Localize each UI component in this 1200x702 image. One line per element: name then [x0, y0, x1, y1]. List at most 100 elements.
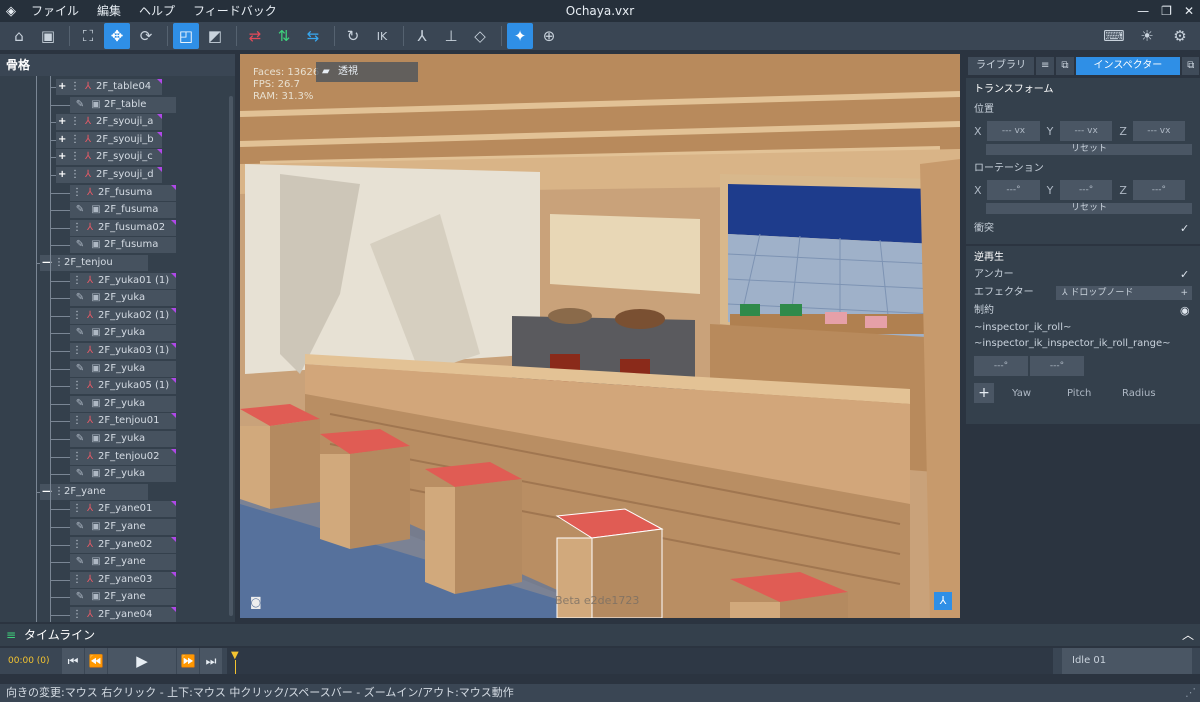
menu-feedback[interactable]: フィードバック [184, 0, 286, 22]
resize-grip-icon[interactable]: ⋰ [1185, 684, 1196, 702]
edit-icon[interactable]: ✎ [72, 466, 88, 482]
lightbulb-icon[interactable]: ☀ [1134, 23, 1160, 49]
tree-mesh-item[interactable]: ✎ ▣ 2F_yane [70, 554, 176, 571]
drag-handle-icon[interactable]: ⋮ [72, 501, 82, 517]
tree-bone-item[interactable]: ⋮ ⅄ 2F_yuka05 (1) [70, 378, 176, 395]
drag-handle-icon[interactable]: ⋮ [72, 343, 82, 359]
cube-icon[interactable]: ◇ [467, 23, 493, 49]
collapse-icon[interactable]: ︿ [1182, 624, 1194, 646]
tree-bone-item[interactable]: ⋮ ⅄ 2F_tenjou02 [70, 448, 176, 465]
tree-bone-item[interactable]: ⋮ ⅄ 2F_yane01 [70, 501, 176, 518]
tree-bone-item[interactable]: — ⋮2F_yane [40, 483, 148, 500]
drag-handle-icon[interactable]: ⋮ [70, 132, 80, 148]
tree-bone-item[interactable]: ⋮ ⅄ 2F_fusuma [70, 184, 176, 201]
step-forward-icon[interactable]: ⏩ [177, 648, 199, 674]
collapse-icon[interactable]: — [42, 255, 54, 271]
ik-icon[interactable]: IK [369, 23, 395, 49]
effector-add-icon[interactable]: + [1180, 286, 1188, 300]
expand-icon[interactable]: + [58, 132, 70, 148]
drag-handle-icon[interactable]: ⋮ [54, 255, 64, 271]
tree-mesh-item[interactable]: ✎ ▣ 2F_yuka [70, 431, 176, 447]
tree-bone-item[interactable]: + ⋮ ⅄ 2F_syouji_b [56, 131, 162, 148]
drag-handle-icon[interactable]: ⋮ [72, 185, 82, 201]
menu-edit[interactable]: 編集 [88, 0, 130, 22]
rotation-z-input[interactable]: ---° [1132, 180, 1186, 200]
hierarchy-icon[interactable]: ⊥ [438, 23, 464, 49]
tree-mesh-item[interactable]: ✎ ▣ 2F_yane [70, 519, 176, 535]
tree-bone-item[interactable]: — ⋮2F_tenjou [40, 255, 148, 271]
tree-mesh-item[interactable]: ✎ ▣ 2F_yuka [70, 325, 176, 342]
drag-handle-icon[interactable]: ⋮ [70, 167, 80, 183]
tree-bone-item[interactable]: + ⋮ ⅄ 2F_table04 [56, 79, 162, 95]
drag-handle-icon[interactable]: ⋮ [72, 273, 82, 289]
tree-bone-item[interactable]: ⋮ ⅄ 2F_yuka03 (1) [70, 343, 176, 359]
expand-icon[interactable]: + [58, 114, 70, 130]
skip-start-icon[interactable]: ⏮ [62, 648, 84, 674]
roll-min-input[interactable]: ---° [974, 356, 1028, 376]
bone-axis-icon[interactable]: ⅄ [409, 23, 435, 49]
tree-mesh-item[interactable]: ✎ ▣ 2F_yuka [70, 290, 176, 307]
edit-icon[interactable]: ✎ [72, 202, 88, 218]
tree-mesh-item[interactable]: ✎ ▣ 2F_yuka [70, 466, 176, 483]
reset-position-button[interactable]: リセット [986, 144, 1192, 155]
menu-file[interactable]: ファイル [22, 0, 88, 22]
home-icon[interactable]: ⌂ [6, 23, 32, 49]
roll-max-input[interactable]: ---° [1030, 356, 1084, 376]
drag-handle-icon[interactable]: ⋮ [72, 308, 82, 324]
sparkle-icon[interactable]: ✦ [507, 23, 533, 49]
timeline-track[interactable]: ▼ [227, 648, 1053, 674]
reset-rotation-button[interactable]: リセット [986, 203, 1192, 214]
tree-bone-item[interactable]: + ⋮ ⅄ 2F_syouji_a [56, 114, 162, 131]
tab-library[interactable]: ライブラリ [968, 56, 1034, 75]
edit-icon[interactable]: ✎ [72, 554, 88, 570]
edit-icon[interactable]: ✎ [72, 290, 88, 306]
tree-bone-item[interactable]: ⋮ ⅄ 2F_yane02 [70, 536, 176, 553]
move-icon[interactable]: ✥ [104, 23, 130, 49]
tree-scrollbar[interactable] [229, 96, 233, 616]
tree-mesh-item[interactable]: ✎ ▣ 2F_yane [70, 589, 176, 606]
drag-handle-icon[interactable]: ⋮ [72, 537, 82, 553]
tab-inspector[interactable]: インスペクター [1075, 56, 1181, 75]
edit-icon[interactable]: ✎ [72, 97, 88, 113]
collision-checkbox[interactable]: ✓ [1180, 223, 1192, 235]
position-x-input[interactable]: --- vx [987, 121, 1040, 141]
popout-icon[interactable]: ⧉ [1056, 56, 1074, 75]
edit-icon[interactable]: ✎ [72, 396, 88, 412]
drag-handle-icon[interactable]: ⋮ [70, 149, 80, 165]
rotate-icon[interactable]: ⟳ [133, 23, 159, 49]
keyboard-icon[interactable]: ⌨ [1101, 23, 1127, 49]
tree-mesh-item[interactable]: ✎ ▣ 2F_table [70, 96, 176, 113]
edit-icon[interactable]: ✎ [72, 325, 88, 341]
rotation-x-input[interactable]: ---° [987, 180, 1040, 200]
pivot-icon[interactable]: ◩ [202, 23, 228, 49]
drag-handle-icon[interactable]: ⋮ [72, 449, 82, 465]
position-z-input[interactable]: --- vx [1132, 121, 1186, 141]
tree-mesh-item[interactable]: ✎ ▣ 2F_fusuma [70, 237, 176, 254]
expand-icon[interactable]: + [58, 167, 70, 183]
skip-end-icon[interactable]: ⏭ [200, 648, 222, 674]
sync-icon[interactable]: ↻ [340, 23, 366, 49]
drag-handle-icon[interactable]: ⋮ [70, 79, 80, 95]
tree-bone-item[interactable]: ⋮ ⅄ 2F_yane04 [70, 607, 176, 622]
drag-handle-icon[interactable]: ⋮ [72, 378, 82, 394]
tree-bone-item[interactable]: + ⋮ ⅄ 2F_syouji_d [56, 167, 162, 183]
tree-bone-item[interactable]: ⋮ ⅄ 2F_yuka01 (1) [70, 272, 176, 289]
fit-view-icon[interactable]: ⛶ [75, 23, 101, 49]
add-constraint-button[interactable]: + [974, 383, 994, 403]
app-logo-icon[interactable]: ◈ [0, 0, 22, 22]
flip-x-icon[interactable]: ⇄ [242, 23, 268, 49]
tree-bone-item[interactable]: + ⋮ ⅄ 2F_syouji_c [56, 149, 162, 166]
edit-icon[interactable]: ✎ [72, 431, 88, 447]
anchor-checkbox[interactable]: ✓ [1180, 269, 1192, 281]
minimize-icon[interactable]: — [1137, 4, 1149, 18]
close-icon[interactable]: ✕ [1184, 4, 1194, 18]
axis-gizmo-icon[interactable]: ⅄ [934, 592, 952, 610]
drag-handle-icon[interactable]: ⋮ [72, 220, 82, 236]
tree-mesh-item[interactable]: ✎ ▣ 2F_fusuma [70, 202, 176, 219]
edit-icon[interactable]: ✎ [72, 519, 88, 535]
settings-icon[interactable]: ⚙ [1167, 23, 1193, 49]
edit-icon[interactable]: ✎ [72, 361, 88, 377]
effector-dropdown[interactable]: ⅄ ドロップノード + [1056, 286, 1192, 300]
tree-bone-item[interactable]: ⋮ ⅄ 2F_yane03 [70, 571, 176, 588]
position-y-input[interactable]: --- vx [1060, 121, 1113, 141]
